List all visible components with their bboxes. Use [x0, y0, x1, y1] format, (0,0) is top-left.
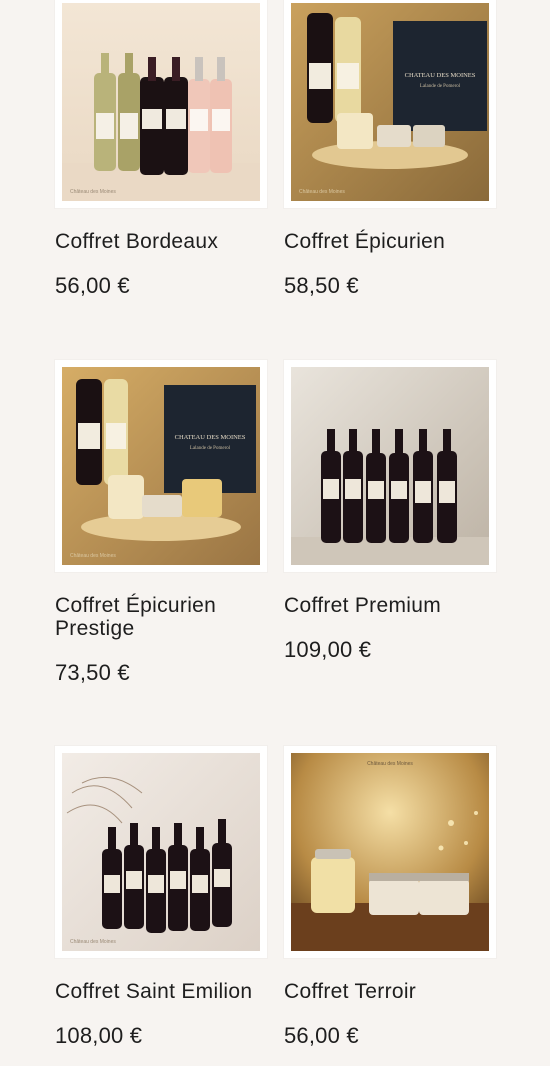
watermark: Château des Moines	[70, 189, 116, 195]
product-title[interactable]: Coffret Terroir	[284, 980, 496, 1003]
product-title[interactable]: Coffret Bordeaux	[55, 230, 267, 253]
product-title[interactable]: Coffret Épicurien	[284, 230, 496, 253]
wine-bottles-image	[291, 367, 489, 565]
gift-box-image: CHATEAU DES MOINES Lalande de Pomerol Ch…	[291, 3, 489, 201]
product-image[interactable]: CHATEAU DES MOINES Lalande de Pomerol Ch…	[284, 0, 496, 208]
box-subtitle: Lalande de Pomerol	[420, 84, 461, 89]
product-price: 56,00 €	[55, 273, 130, 298]
product-card[interactable]: Coffret Premium 109,00 €	[284, 360, 496, 663]
product-price: 58,50 €	[284, 273, 359, 298]
product-card[interactable]: Château des Moines Coffret Saint Emilion…	[55, 746, 267, 1049]
product-image[interactable]: Château des Moines	[55, 0, 267, 208]
box-brand: CHATEAU DES MOINES	[405, 72, 476, 79]
watermark: Château des Moines	[299, 189, 345, 195]
product-card[interactable]: CHATEAU DES MOINES Lalande de Pomerol Ch…	[55, 360, 267, 686]
gift-box-image: CHATEAU DES MOINES Lalande de Pomerol Ch…	[62, 367, 260, 565]
product-price: 108,00 €	[55, 1023, 143, 1048]
watermark: Château des Moines	[367, 761, 413, 767]
product-title[interactable]: Coffret Premium	[284, 594, 496, 617]
product-price: 73,50 €	[55, 660, 130, 685]
product-image[interactable]: Château des Moines	[55, 746, 267, 958]
watermark: Château des Moines	[70, 553, 116, 559]
product-title[interactable]: Coffret Épicurien Prestige	[55, 594, 267, 640]
product-card[interactable]: Château des Moines Coffret Bordeaux 56,0…	[55, 0, 267, 299]
product-image[interactable]	[284, 360, 496, 572]
product-card[interactable]: Château des Moines Coffret Terroir 56,00…	[284, 746, 496, 1049]
box-brand: CHATEAU DES MOINES	[175, 434, 246, 441]
product-card[interactable]: CHATEAU DES MOINES Lalande de Pomerol Ch…	[284, 0, 496, 299]
product-image[interactable]: Château des Moines	[284, 746, 496, 958]
wine-bottles-image: Château des Moines	[62, 753, 260, 951]
wine-bottles-image: Château des Moines	[62, 3, 260, 201]
box-subtitle: Lalande de Pomerol	[190, 446, 231, 451]
watermark: Château des Moines	[70, 939, 116, 945]
terroir-jars-image: Château des Moines	[291, 753, 489, 951]
product-title[interactable]: Coffret Saint Emilion	[55, 980, 267, 1003]
product-price: 56,00 €	[284, 1023, 359, 1048]
product-price: 109,00 €	[284, 637, 372, 662]
product-image[interactable]: CHATEAU DES MOINES Lalande de Pomerol Ch…	[55, 360, 267, 572]
